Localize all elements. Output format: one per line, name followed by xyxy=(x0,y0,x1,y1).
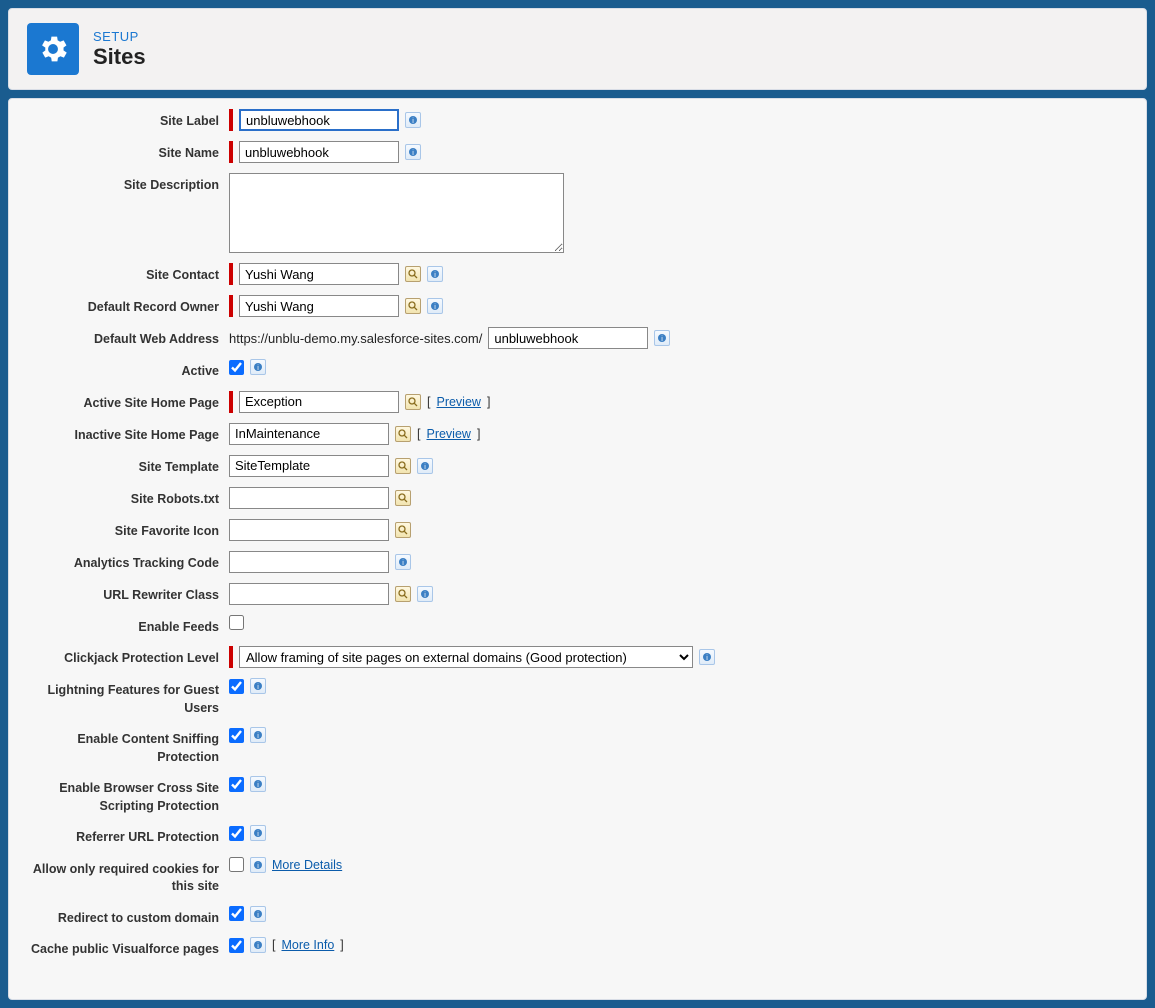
lookup-icon[interactable] xyxy=(395,522,411,538)
label-analytics: Analytics Tracking Code xyxy=(19,551,229,573)
robots-input[interactable] xyxy=(229,487,389,509)
site-template-input[interactable] xyxy=(229,455,389,477)
info-icon[interactable]: i xyxy=(654,330,670,346)
label-redirect: Redirect to custom domain xyxy=(19,906,229,928)
label-referrer: Referrer URL Protection xyxy=(19,825,229,847)
site-form: Site Label i Site Name i Site Descriptio… xyxy=(8,98,1147,1000)
page-header: SETUP Sites xyxy=(8,8,1147,90)
label-default-web-address: Default Web Address xyxy=(19,327,229,349)
web-address-prefix: https://unblu-demo.my.salesforce-sites.c… xyxy=(229,331,482,346)
info-icon[interactable]: i xyxy=(427,266,443,282)
info-icon[interactable]: i xyxy=(250,678,266,694)
label-site-contact: Site Contact xyxy=(19,263,229,285)
site-name-input[interactable] xyxy=(239,141,399,163)
default-web-address-input[interactable] xyxy=(488,327,648,349)
clickjack-select[interactable]: Allow framing of site pages on external … xyxy=(239,646,693,668)
default-record-owner-input[interactable] xyxy=(239,295,399,317)
label-site-label: Site Label xyxy=(19,109,229,131)
lookup-icon[interactable] xyxy=(405,298,421,314)
bracket: ] xyxy=(340,938,343,952)
lightning-guest-checkbox[interactable] xyxy=(229,679,244,694)
bracket: ] xyxy=(487,395,490,409)
required-indicator xyxy=(229,646,233,668)
label-enable-feeds: Enable Feeds xyxy=(19,615,229,637)
lookup-icon[interactable] xyxy=(405,266,421,282)
label-robots: Site Robots.txt xyxy=(19,487,229,509)
cookies-checkbox[interactable] xyxy=(229,857,244,872)
info-icon[interactable]: i xyxy=(417,586,433,602)
label-lightning-guest: Lightning Features for Guest Users xyxy=(19,678,229,717)
bracket: [ xyxy=(427,395,430,409)
info-icon[interactable]: i xyxy=(250,857,266,873)
referrer-checkbox[interactable] xyxy=(229,826,244,841)
active-home-input[interactable] xyxy=(239,391,399,413)
info-icon[interactable]: i xyxy=(699,649,715,665)
info-icon[interactable]: i xyxy=(250,727,266,743)
bracket: [ xyxy=(417,427,420,441)
info-icon[interactable]: i xyxy=(427,298,443,314)
label-default-record-owner: Default Record Owner xyxy=(19,295,229,317)
info-icon[interactable]: i xyxy=(405,144,421,160)
active-checkbox[interactable] xyxy=(229,360,244,375)
lookup-icon[interactable] xyxy=(395,458,411,474)
preview-link[interactable]: Preview xyxy=(426,427,470,441)
info-icon[interactable]: i xyxy=(250,776,266,792)
label-content-sniffing: Enable Content Sniffing Protection xyxy=(19,727,229,766)
info-icon[interactable]: i xyxy=(417,458,433,474)
site-contact-input[interactable] xyxy=(239,263,399,285)
label-active-home: Active Site Home Page xyxy=(19,391,229,413)
favicon-input[interactable] xyxy=(229,519,389,541)
info-icon[interactable]: i xyxy=(250,359,266,375)
lookup-icon[interactable] xyxy=(395,586,411,602)
label-url-rewriter: URL Rewriter Class xyxy=(19,583,229,605)
info-icon[interactable]: i xyxy=(395,554,411,570)
cache-vf-checkbox[interactable] xyxy=(229,938,244,953)
setup-breadcrumb: SETUP xyxy=(93,29,146,44)
site-description-input[interactable] xyxy=(229,173,564,253)
gear-icon xyxy=(27,23,79,75)
label-inactive-home: Inactive Site Home Page xyxy=(19,423,229,445)
content-sniffing-checkbox[interactable] xyxy=(229,728,244,743)
required-indicator xyxy=(229,295,233,317)
lookup-icon[interactable] xyxy=(395,490,411,506)
lookup-icon[interactable] xyxy=(405,394,421,410)
required-indicator xyxy=(229,263,233,285)
label-site-description: Site Description xyxy=(19,173,229,195)
bracket: ] xyxy=(477,427,480,441)
required-indicator xyxy=(229,109,233,131)
info-icon[interactable]: i xyxy=(405,112,421,128)
label-xss: Enable Browser Cross Site Scripting Prot… xyxy=(19,776,229,815)
inactive-home-input[interactable] xyxy=(229,423,389,445)
redirect-checkbox[interactable] xyxy=(229,906,244,921)
more-details-link[interactable]: More Details xyxy=(272,858,342,872)
info-icon[interactable]: i xyxy=(250,937,266,953)
label-site-template: Site Template xyxy=(19,455,229,477)
lookup-icon[interactable] xyxy=(395,426,411,442)
label-active: Active xyxy=(19,359,229,381)
enable-feeds-checkbox[interactable] xyxy=(229,615,244,630)
xss-checkbox[interactable] xyxy=(229,777,244,792)
info-icon[interactable]: i xyxy=(250,906,266,922)
label-site-name: Site Name xyxy=(19,141,229,163)
bracket: [ xyxy=(272,938,275,952)
url-rewriter-input[interactable] xyxy=(229,583,389,605)
required-indicator xyxy=(229,391,233,413)
analytics-input[interactable] xyxy=(229,551,389,573)
label-clickjack: Clickjack Protection Level xyxy=(19,646,229,668)
more-info-link[interactable]: More Info xyxy=(281,938,334,952)
label-cache-vf: Cache public Visualforce pages xyxy=(19,937,229,959)
label-cookies: Allow only required cookies for this sit… xyxy=(19,857,229,896)
label-favicon: Site Favorite Icon xyxy=(19,519,229,541)
page-title: Sites xyxy=(93,44,146,70)
required-indicator xyxy=(229,141,233,163)
info-icon[interactable]: i xyxy=(250,825,266,841)
site-label-input[interactable] xyxy=(239,109,399,131)
preview-link[interactable]: Preview xyxy=(436,395,480,409)
